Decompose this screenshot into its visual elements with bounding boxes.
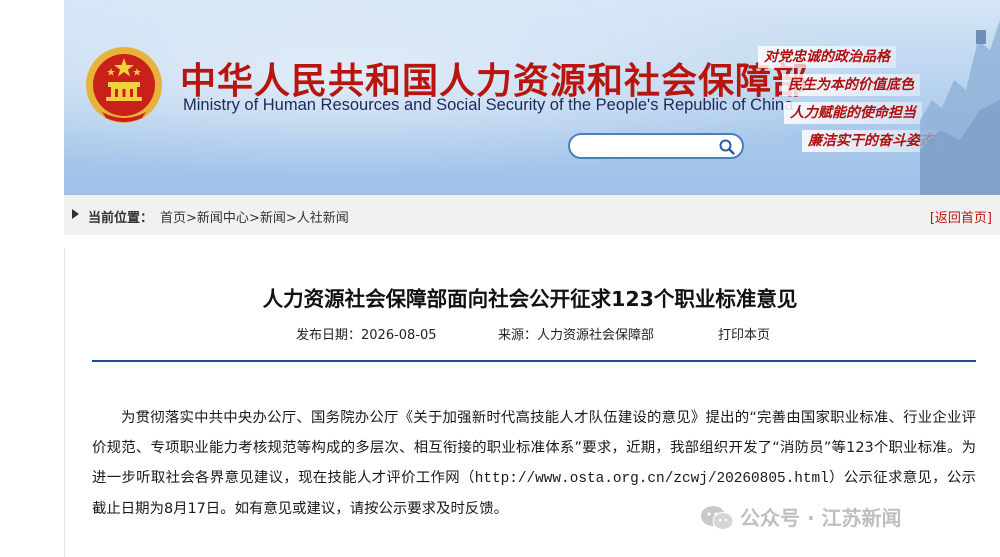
breadcrumb-separator: > (186, 211, 197, 226)
article-title: 人力资源社会保障部面向社会公开征求123个职业标准意见 (262, 287, 798, 311)
breadcrumb-label: 当前位置： (88, 211, 154, 226)
breadcrumb-arrow-icon (72, 209, 79, 219)
wechat-icon (701, 506, 734, 530)
publish-date: 发布日期：2026-08-05 (296, 328, 437, 343)
great-wall-illustration (920, 20, 1000, 195)
breadcrumb-item-news[interactable]: 新闻 (260, 211, 286, 226)
breadcrumb-item-home[interactable]: 首页 (160, 211, 186, 226)
breadcrumb-separator: > (248, 211, 260, 226)
breadcrumb: 当前位置： 首页>新闻中心>新闻>人社新闻 [返回首页] (64, 195, 1000, 235)
slogan-1: 对党忠诚的政治品格 (758, 46, 896, 68)
article-body-url: http://www.osta.org.cn/zcwj/20260805.htm… (474, 471, 829, 487)
ministry-name-en: Ministry of Human Resources and Social S… (183, 96, 794, 114)
left-gutter (0, 0, 64, 557)
slogan-2: 民生为本的价值底色 (782, 74, 920, 96)
watermark-text: 公众号 · 江苏新闻 (740, 506, 902, 530)
back-to-home-link[interactable]: [返回首页] (930, 207, 992, 226)
slogan-3: 人力赋能的使命担当 (784, 102, 922, 124)
search-icon[interactable] (718, 138, 736, 156)
breadcrumb-path: 首页>新闻中心>新闻>人社新闻 (160, 207, 349, 226)
breadcrumb-separator: > (285, 211, 297, 226)
article-source: 来源：人力资源社会保障部 (498, 328, 655, 343)
breadcrumb-item-news-center[interactable]: 新闻中心 (197, 211, 249, 226)
search-box (568, 133, 744, 159)
title-divider (92, 360, 976, 362)
breadcrumb-item-hrss-news[interactable]: 人社新闻 (297, 211, 349, 226)
search-input[interactable] (580, 138, 714, 156)
print-page-link[interactable]: 打印本页 (718, 324, 770, 343)
national-emblem-icon (86, 47, 162, 123)
site-header-banner: 中华人民共和国人力资源和社会保障部 Ministry of Human Reso… (64, 0, 1000, 195)
